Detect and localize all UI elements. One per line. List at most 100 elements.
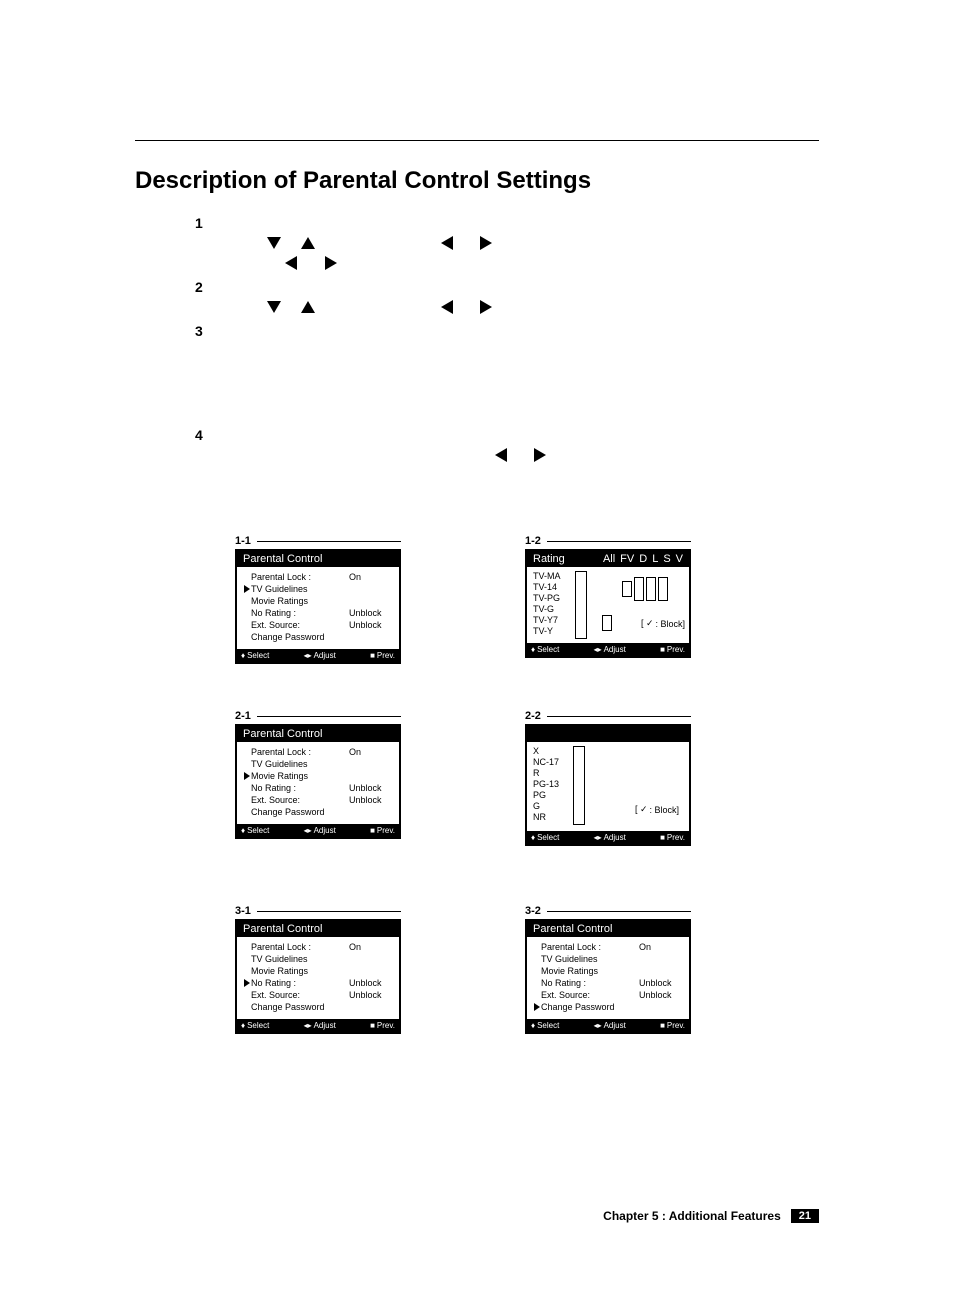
caret-icon	[534, 1003, 540, 1011]
step-number: 3	[195, 321, 217, 421]
step-body	[217, 277, 755, 317]
menu-item: Change Password	[541, 1002, 639, 1012]
osd-title: Parental Control	[243, 553, 323, 565]
menu-value: On	[349, 942, 393, 952]
up-arrow-icon	[301, 237, 315, 249]
step-3: 3	[195, 321, 755, 421]
menu-item: Change Password	[251, 1002, 349, 1012]
manual-page: Description of Parental Control Settings…	[0, 0, 954, 1313]
page-number: 21	[791, 1209, 819, 1223]
menu-item: Movie Ratings	[251, 771, 349, 781]
step-4: 4	[195, 425, 755, 505]
screen-label: 2-2	[525, 710, 541, 722]
menu-value: Unblock	[639, 990, 683, 1000]
menu-item: Ext. Source:	[251, 990, 349, 1000]
right-arrow-icon	[480, 236, 492, 250]
steps-list: 1	[195, 213, 755, 505]
menu-value: Unblock	[639, 978, 683, 988]
menu-value: On	[349, 572, 393, 582]
menu-item: Parental Lock :	[251, 747, 349, 757]
screen-label: 1-1	[235, 535, 251, 547]
osd-footer: ♦Select ◂▸Adjust ■Prev.	[237, 824, 399, 837]
menu-item: TV Guidelines	[251, 584, 349, 594]
menu-value: Unblock	[349, 990, 393, 1000]
screen-label: 1-2	[525, 535, 541, 547]
right-arrow-icon	[325, 256, 337, 270]
menu-item: Ext. Source:	[251, 795, 349, 805]
osd-screens-area: 1-1 Parental Control Parental Lock :On T…	[135, 535, 819, 1155]
menu-item: Change Password	[251, 632, 349, 642]
step-body	[217, 321, 755, 421]
menu-item: Change Password	[251, 807, 349, 817]
menu-item: No Rating :	[251, 978, 349, 988]
left-arrow-icon	[441, 300, 453, 314]
screen-label: 3-1	[235, 905, 251, 917]
step-number: 1	[195, 213, 217, 273]
menu-item: TV Guidelines	[251, 759, 349, 769]
screen-1-2: 1-2 Rating All FV D L S V TV-MA	[525, 535, 691, 658]
screen-2-1: 2-1 Parental Control Parental Lock :On T…	[235, 710, 401, 839]
menu-item: TV Guidelines	[541, 954, 639, 964]
osd-title: Parental Control	[243, 728, 323, 740]
menu-value: Unblock	[349, 783, 393, 793]
step-number: 4	[195, 425, 217, 505]
menu-item: No Rating :	[541, 978, 639, 988]
osd-footer: ♦Select ◂▸Adjust ■Prev.	[237, 649, 399, 662]
menu-value: Unblock	[349, 620, 393, 630]
menu-item: Parental Lock :	[251, 942, 349, 952]
osd-footer: ♦Select ◂▸Adjust ■Prev.	[527, 1019, 689, 1032]
step-1: 1	[195, 213, 755, 273]
step-body	[217, 425, 755, 505]
step-body	[217, 213, 755, 273]
rating-rows: TV-MA TV-14 TV-PG TV-G TV-Y7 TV-Y	[533, 571, 569, 637]
osd-menu: Parental Control Parental Lock :On TV Gu…	[235, 724, 401, 839]
menu-item: Ext. Source:	[541, 990, 639, 1000]
right-arrow-icon	[534, 448, 546, 462]
menu-item: TV Guidelines	[251, 954, 349, 964]
menu-value: Unblock	[349, 608, 393, 618]
movie-grid-box	[573, 746, 585, 825]
screen-2-2: 2-2 X NC-17 R PG-13 PG G NR [ ✓ :	[525, 710, 691, 846]
step-2: 2	[195, 277, 755, 317]
top-rule	[135, 140, 819, 141]
menu-value: On	[639, 942, 683, 952]
menu-item: Movie Ratings	[251, 966, 349, 976]
caret-icon	[244, 772, 250, 780]
osd-title: Rating	[533, 553, 565, 565]
osd-title: Parental Control	[533, 923, 613, 935]
screen-label: 2-1	[235, 710, 251, 722]
osd-rating: Rating All FV D L S V TV-MA TV-14 TV-PG	[525, 549, 691, 658]
menu-item: Movie Ratings	[251, 596, 349, 606]
step-number: 2	[195, 277, 217, 317]
right-arrow-icon	[480, 300, 492, 314]
left-arrow-icon	[441, 236, 453, 250]
osd-movie-rating: X NC-17 R PG-13 PG G NR [ ✓ : Block] ♦Se…	[525, 724, 691, 846]
block-note: [ ✓ : Block]	[641, 618, 685, 629]
menu-item: Ext. Source:	[251, 620, 349, 630]
page-footer: Chapter 5 : Additional Features 21	[603, 1209, 819, 1223]
screen-label: 3-2	[525, 905, 541, 917]
block-note: [ ✓ : Block]	[635, 804, 679, 815]
down-arrow-icon	[267, 301, 281, 313]
menu-item: Movie Ratings	[541, 966, 639, 976]
osd-footer: ♦Select ◂▸Adjust ■Prev.	[527, 643, 689, 656]
chapter-label: Chapter 5 : Additional Features	[603, 1209, 781, 1223]
left-arrow-icon	[495, 448, 507, 462]
menu-value: Unblock	[349, 978, 393, 988]
menu-value: On	[349, 747, 393, 757]
osd-title: Parental Control	[243, 923, 323, 935]
osd-menu: Parental Control Parental Lock :On TV Gu…	[235, 549, 401, 664]
up-arrow-icon	[301, 301, 315, 313]
osd-footer: ♦Select ◂▸Adjust ■Prev.	[527, 831, 689, 844]
menu-item: No Rating :	[251, 608, 349, 618]
movie-rows: X NC-17 R PG-13 PG G NR	[533, 746, 573, 825]
menu-item: No Rating :	[251, 783, 349, 793]
menu-value: Unblock	[349, 795, 393, 805]
osd-menu: Parental Control Parental Lock :On TV Gu…	[525, 919, 691, 1034]
page-title: Description of Parental Control Settings	[135, 167, 819, 195]
osd-menu: Parental Control Parental Lock :On TV Gu…	[235, 919, 401, 1034]
down-arrow-icon	[267, 237, 281, 249]
left-arrow-icon	[285, 256, 297, 270]
screen-3-1: 3-1 Parental Control Parental Lock :On T…	[235, 905, 401, 1034]
screen-1-1: 1-1 Parental Control Parental Lock :On T…	[235, 535, 401, 664]
